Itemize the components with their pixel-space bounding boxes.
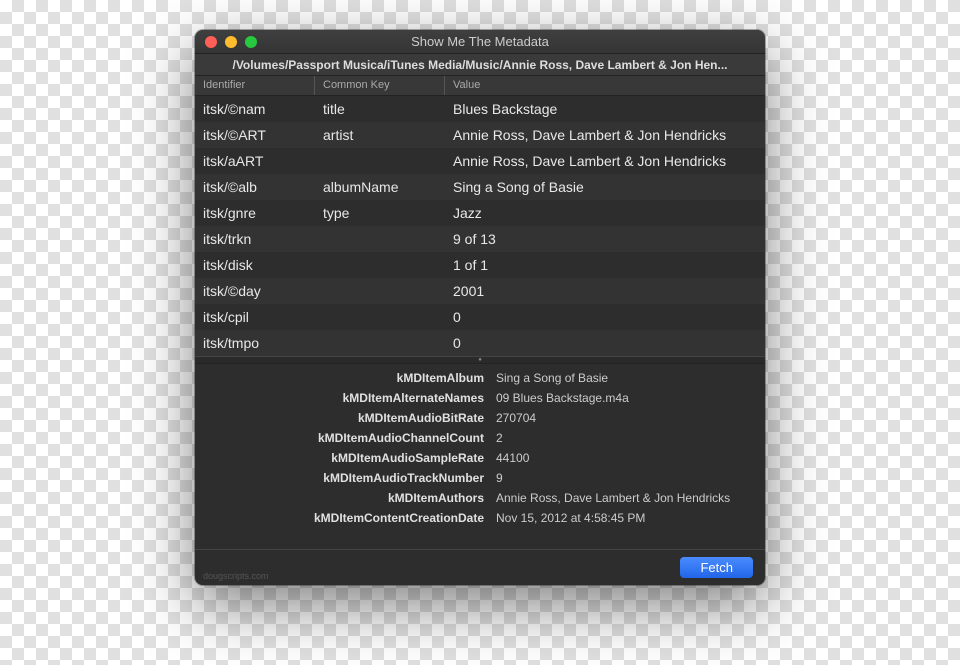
table-row[interactable]: itsk/gnretypeJazz (195, 200, 765, 226)
footer: dougscripts.com Fetch (195, 549, 765, 585)
header-value[interactable]: Value (445, 76, 765, 95)
minimize-icon[interactable] (225, 36, 237, 48)
file-path: /Volumes/Passport Musica/iTunes Media/Mu… (232, 58, 727, 72)
cell-identifier: itsk/©nam (195, 101, 315, 117)
cell-value: Annie Ross, Dave Lambert & Jon Hendricks (445, 127, 765, 143)
table-row[interactable]: itsk/cpil 0 (195, 304, 765, 330)
table-row[interactable]: itsk/©albalbumNameSing a Song of Basie (195, 174, 765, 200)
cell-common-key: title (315, 101, 445, 117)
cell-value: Jazz (445, 205, 765, 221)
cell-identifier: itsk/aART (195, 153, 315, 169)
table-row[interactable]: itsk/©day 2001 (195, 278, 765, 304)
app-window: Show Me The Metadata /Volumes/Passport M… (195, 30, 765, 585)
header-common-key[interactable]: Common Key (315, 76, 445, 95)
cell-value: Annie Ross, Dave Lambert & Jon Hendricks (445, 153, 765, 169)
detail-row: kMDItemAlternateNames09 Blues Backstage.… (195, 388, 765, 408)
cell-value: 2001 (445, 283, 765, 299)
table-row[interactable]: itsk/©namtitleBlues Backstage (195, 96, 765, 122)
detail-row: kMDItemAuthorsAnnie Ross, Dave Lambert &… (195, 488, 765, 508)
detail-key: kMDItemAudioTrackNumber (195, 471, 490, 485)
table-row[interactable]: itsk/©ARTartistAnnie Ross, Dave Lambert … (195, 122, 765, 148)
zoom-icon[interactable] (245, 36, 257, 48)
detail-value: Annie Ross, Dave Lambert & Jon Hendricks (490, 491, 765, 505)
detail-value: 270704 (490, 411, 765, 425)
spotlight-metadata-panel: kMDItemAlbumSing a Song of BasiekMDItemA… (195, 364, 765, 549)
cell-common-key: type (315, 205, 445, 221)
window-title: Show Me The Metadata (195, 34, 765, 49)
cell-identifier: itsk/©day (195, 283, 315, 299)
detail-row: kMDItemAudioTrackNumber9 (195, 468, 765, 488)
credit-label: dougscripts.com (203, 571, 269, 581)
path-bar: /Volumes/Passport Musica/iTunes Media/Mu… (195, 54, 765, 76)
close-icon[interactable] (205, 36, 217, 48)
detail-key: kMDItemContentCreationDate (195, 511, 490, 525)
metadata-table: itsk/©namtitleBlues Backstageitsk/©ARTar… (195, 96, 765, 356)
detail-row: kMDItemAudioBitRate270704 (195, 408, 765, 428)
cell-identifier: itsk/disk (195, 257, 315, 273)
cell-value: 1 of 1 (445, 257, 765, 273)
table-row[interactable]: itsk/tmpo 0 (195, 330, 765, 356)
cell-identifier: itsk/©ART (195, 127, 315, 143)
cell-identifier: itsk/©alb (195, 179, 315, 195)
detail-value: 2 (490, 431, 765, 445)
table-row[interactable]: itsk/aART Annie Ross, Dave Lambert & Jon … (195, 148, 765, 174)
cell-identifier: itsk/gnre (195, 205, 315, 221)
cell-value: 9 of 13 (445, 231, 765, 247)
cell-identifier: itsk/tmpo (195, 335, 315, 351)
detail-value: 44100 (490, 451, 765, 465)
fetch-button[interactable]: Fetch (680, 557, 753, 578)
detail-key: kMDItemAlternateNames (195, 391, 490, 405)
detail-value: Sing a Song of Basie (490, 371, 765, 385)
detail-key: kMDItemAudioSampleRate (195, 451, 490, 465)
cell-value: 0 (445, 335, 765, 351)
table-header: Identifier Common Key Value (195, 76, 765, 96)
detail-key: kMDItemAlbum (195, 371, 490, 385)
table-row[interactable]: itsk/trkn 9 of 13 (195, 226, 765, 252)
detail-key: kMDItemAudioBitRate (195, 411, 490, 425)
cell-value: Sing a Song of Basie (445, 179, 765, 195)
titlebar[interactable]: Show Me The Metadata (195, 30, 765, 54)
cell-common-key: artist (315, 127, 445, 143)
detail-row: kMDItemContentCreationDateNov 15, 2012 a… (195, 508, 765, 528)
detail-value: Nov 15, 2012 at 4:58:45 PM (490, 511, 765, 525)
detail-row: kMDItemAudioChannelCount2 (195, 428, 765, 448)
detail-row: kMDItemAlbumSing a Song of Basie (195, 368, 765, 388)
table-row[interactable]: itsk/disk 1 of 1 (195, 252, 765, 278)
cell-value: 0 (445, 309, 765, 325)
cell-common-key: albumName (315, 179, 445, 195)
cell-identifier: itsk/trkn (195, 231, 315, 247)
cell-value: Blues Backstage (445, 101, 765, 117)
detail-key: kMDItemAudioChannelCount (195, 431, 490, 445)
cell-identifier: itsk/cpil (195, 309, 315, 325)
traffic-lights (195, 36, 257, 48)
detail-value: 9 (490, 471, 765, 485)
pane-divider[interactable]: ● (195, 356, 765, 364)
detail-key: kMDItemAuthors (195, 491, 490, 505)
detail-value: 09 Blues Backstage.m4a (490, 391, 765, 405)
header-identifier[interactable]: Identifier (195, 76, 315, 95)
detail-row: kMDItemAudioSampleRate44100 (195, 448, 765, 468)
